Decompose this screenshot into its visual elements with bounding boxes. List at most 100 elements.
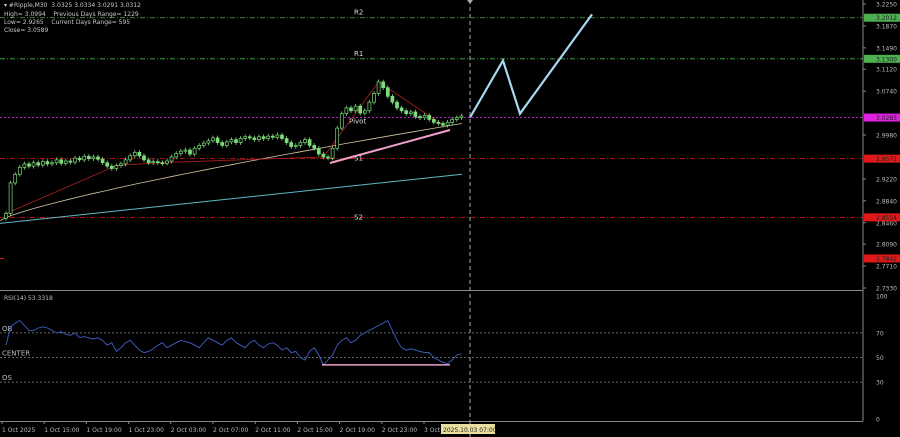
candle [431, 119, 436, 123]
candle [192, 147, 197, 155]
x-tick-label: 3 Oct [424, 427, 441, 434]
candle [404, 110, 409, 115]
candle [298, 142, 303, 146]
candle [132, 151, 137, 157]
candle [280, 134, 284, 139]
candle [36, 162, 41, 166]
candle [82, 156, 87, 161]
x-tick-label: 2 Oct 19:00 [340, 427, 375, 434]
candle [155, 161, 160, 164]
rsi-label: RSI(14) 53.3318 [4, 295, 53, 302]
candle [344, 107, 349, 115]
candle [13, 173, 18, 184]
candle [395, 101, 399, 109]
candle [142, 155, 146, 161]
candle [45, 161, 50, 165]
x-tick-label: 2 Oct 03:00 [171, 427, 206, 434]
candle [169, 156, 174, 162]
candle [146, 159, 151, 164]
candle [335, 127, 340, 149]
candle [275, 134, 280, 138]
candle [247, 136, 252, 139]
y-tick-label: 2.9220 [876, 176, 897, 183]
candle [50, 162, 54, 165]
candle [376, 81, 381, 94]
rsi-tick-label: 30 [876, 380, 884, 387]
candle [215, 137, 220, 143]
symbol-info: ▾ #Ripple,M30 3.0325 3.0334 3.0291 3.031… [4, 2, 141, 9]
candle [73, 157, 77, 163]
candle [22, 163, 27, 168]
candle [441, 123, 445, 126]
x-tick-label: 2 Oct 07:00 [213, 427, 248, 434]
forecast-path [469, 13, 593, 119]
candle [63, 160, 68, 164]
candle [418, 116, 422, 119]
candle [372, 93, 376, 103]
candle [427, 115, 432, 120]
candle [413, 111, 418, 117]
y-tick-label: 3.1490 [876, 45, 897, 52]
support-trendline [329, 129, 451, 164]
candle [459, 115, 464, 119]
candle [128, 155, 133, 161]
y-tick-label: 2.8840 [876, 198, 897, 205]
y-tick-label: 2.9980 [876, 133, 897, 140]
level-name-s2: S2 [354, 213, 363, 221]
time-marker-icon [467, 0, 473, 4]
candle [454, 117, 459, 120]
y-tick-label: 3.0740 [876, 89, 897, 96]
rsi-level-label: CENTER [2, 350, 30, 358]
rsi-tick-label: 0 [876, 417, 880, 424]
candle [450, 119, 455, 123]
candle [234, 139, 238, 143]
level-price-label: 3.1300 [876, 56, 897, 63]
candle [151, 161, 156, 164]
level-price-label: 3.2012 [876, 15, 897, 22]
candle [284, 138, 289, 143]
candle [349, 107, 353, 112]
level-price-label: 3.0283 [876, 115, 897, 122]
candle [165, 160, 169, 164]
candle [257, 136, 261, 141]
candle [59, 159, 64, 164]
candle [390, 96, 395, 103]
candle [40, 161, 45, 166]
high-info: High= 3.0994 Previous Days Range= 1229 [4, 11, 139, 18]
candle [183, 149, 188, 152]
candle [197, 145, 202, 149]
candle [422, 115, 427, 119]
y-tick-label: 2.8090 [876, 242, 897, 249]
y-tick-label: 3.2250 [876, 2, 897, 9]
x-tick-label: 1 Oct 2025 [2, 427, 35, 434]
candle [68, 160, 73, 163]
y-tick-label: 2.7710 [876, 264, 897, 271]
candle [109, 165, 114, 169]
candle [307, 139, 312, 146]
level-price-label: 2.9571 [876, 156, 897, 163]
candle [445, 121, 450, 126]
candle [224, 141, 229, 146]
candle [367, 101, 372, 112]
candle [206, 140, 211, 144]
price-chart[interactable]: 3.2250 3.1870 3.1490 3.1120 3.0740 2.9980 2.92… [0, 0, 900, 437]
candle [105, 162, 110, 167]
candle [229, 139, 234, 143]
candle [114, 165, 119, 169]
candle [238, 138, 243, 143]
x-tick-label: 1 Oct 23:00 [129, 427, 164, 434]
y-tick-label: 3.1870 [876, 23, 897, 30]
candle [321, 153, 326, 158]
candle [362, 110, 367, 114]
candle [353, 105, 358, 112]
level-name-r1: R1 [354, 50, 363, 58]
x-tick-label: 1 Oct 19:00 [86, 427, 121, 434]
candle [252, 137, 257, 141]
y-tick-label: 3.1120 [876, 67, 897, 74]
level-price-label: 2.7842 [876, 256, 897, 263]
symbol-ohlc: #Ripple,M30 3.0325 3.0334 3.0291 3.0312 [8, 2, 141, 9]
candle [436, 121, 441, 124]
candle [293, 145, 298, 147]
rsi-tick-label: 100 [876, 294, 888, 301]
candle [178, 150, 183, 154]
